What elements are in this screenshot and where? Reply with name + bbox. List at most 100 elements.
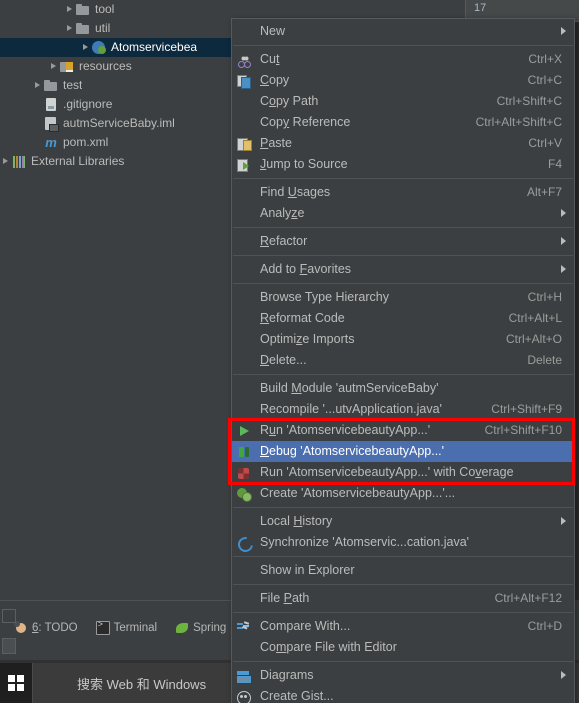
menu-item-label: Copy [260, 73, 290, 87]
cut-icon [235, 52, 255, 68]
tree-item-tool[interactable]: tool [0, 0, 235, 19]
context-menu[interactable]: New Cut Ctrl+X Copy Ctrl+C Copy Path Ctrl+Shif… [231, 18, 575, 703]
menu-item-add-to-favorites[interactable]: Add to Favorites [232, 259, 574, 280]
iml-file-icon [43, 116, 59, 132]
jump-to-source-icon [235, 157, 255, 173]
menu-item-debug-app[interactable]: Debug 'AtomservicebeautyApp...' [232, 441, 574, 462]
menu-item-label: Create 'AtomservicebeautyApp...'... [260, 486, 456, 500]
menu-item-copy[interactable]: Copy Ctrl+C [232, 70, 574, 91]
menu-item-diagrams[interactable]: Diagrams [232, 665, 574, 686]
tree-item-resources[interactable]: resources [0, 57, 235, 76]
menu-item-cut[interactable]: Cut Ctrl+X [232, 49, 574, 70]
menu-item-copy-reference[interactable]: Copy Reference Ctrl+Alt+Shift+C [232, 112, 574, 133]
tree-item-label: pom.xml [63, 135, 109, 149]
debug-icon [235, 444, 255, 460]
menu-item-analyze[interactable]: Analyze [232, 203, 574, 224]
menu-item-label: Compare With... [260, 619, 351, 633]
menu-separator [233, 612, 573, 613]
menu-item-reformat-code[interactable]: Reformat Code Ctrl+Alt+L [232, 308, 574, 329]
windows-logo-icon [8, 675, 24, 691]
expand-arrow-icon[interactable] [32, 80, 43, 91]
status-item-spring[interactable]: Spring [175, 621, 226, 635]
menu-item-new[interactable]: New [232, 21, 574, 42]
menu-item-label: Create Gist... [260, 689, 334, 703]
tree-item-atomservicebea[interactable]: Atomservicebea [0, 38, 235, 57]
menu-item-label: Debug 'AtomservicebeautyApp...' [260, 444, 445, 458]
menu-item-local-history[interactable]: Local History [232, 511, 574, 532]
folder-icon [75, 2, 91, 18]
tree-item-autmservicebaby-iml[interactable]: autmServiceBaby.iml [0, 114, 235, 133]
menu-item-shortcut: Ctrl+X [528, 52, 562, 66]
tree-item-pom-xml[interactable]: m pom.xml [0, 133, 235, 152]
menu-item-label: Diagrams [260, 668, 314, 682]
expand-arrow-icon[interactable] [48, 61, 59, 72]
expand-arrow-icon[interactable] [0, 156, 11, 167]
menu-item-label: Analyze [260, 206, 305, 220]
folder-icon [43, 78, 59, 94]
menu-item-run-app[interactable]: Run 'AtomservicebeautyApp...' Ctrl+Shift+… [232, 420, 574, 441]
menu-separator [233, 556, 573, 557]
menu-item-file-path[interactable]: File Path Ctrl+Alt+F12 [232, 588, 574, 609]
sync-icon [235, 535, 255, 551]
menu-item-no-icon [235, 563, 255, 579]
status-item-todo[interactable]: 6: TODO [14, 621, 78, 635]
menu-item-find-usages[interactable]: Find Usages Alt+F7 [232, 182, 574, 203]
tree-item-gitignore[interactable]: .gitignore [0, 95, 235, 114]
expand-arrow-icon[interactable] [64, 23, 75, 34]
tree-item-label: resources [79, 59, 132, 73]
menu-item-paste[interactable]: Paste Ctrl+V [232, 133, 574, 154]
menu-item-shortcut: Ctrl+Shift+F9 [491, 402, 562, 416]
tree-item-label: autmServiceBaby.iml [63, 116, 175, 130]
tree-item-label: .gitignore [63, 97, 113, 111]
tree-item-util[interactable]: util [0, 19, 235, 38]
menu-item-browse-type-hierarchy[interactable]: Browse Type Hierarchy Ctrl+H [232, 287, 574, 308]
copy-icon [235, 73, 255, 89]
menu-item-label: Optimize Imports [260, 332, 355, 346]
menu-item-create-run-config[interactable]: Create 'AtomservicebeautyApp...'... [232, 483, 574, 504]
compare-icon [235, 619, 255, 635]
menu-item-compare-with[interactable]: Compare With... Ctrl+D [232, 616, 574, 637]
menu-item-refactor[interactable]: Refactor [232, 231, 574, 252]
status-item-terminal[interactable]: Terminal [95, 620, 157, 635]
menu-item-shortcut: Ctrl+Shift+F10 [484, 423, 562, 437]
tool-window-button-bottom[interactable] [2, 638, 16, 654]
menu-item-shortcut: Alt+F7 [526, 185, 562, 199]
spring-icon [175, 621, 189, 635]
menu-item-label: Compare File with Editor [260, 640, 397, 654]
menu-item-shortcut: Ctrl+Alt+Shift+C [475, 115, 562, 129]
menu-item-delete[interactable]: Delete... Delete [232, 350, 574, 371]
menu-item-create-gist[interactable]: Create Gist... [232, 686, 574, 703]
editor-tab-number: 17 [474, 2, 487, 14]
expand-arrow-icon[interactable] [64, 4, 75, 15]
paste-icon [235, 136, 255, 152]
expand-arrow-icon[interactable] [80, 42, 91, 53]
menu-item-compare-file-with-editor[interactable]: Compare File with Editor [232, 637, 574, 658]
project-tree[interactable]: tool util Atomservicebea resources test .giti… [0, 0, 235, 600]
menu-item-shortcut: Ctrl+Alt+L [508, 311, 562, 325]
menu-item-copy-path[interactable]: Copy Path Ctrl+Shift+C [232, 91, 574, 112]
menu-item-build-module[interactable]: Build Module 'autmServiceBaby' [232, 378, 574, 399]
submenu-arrow-icon [561, 237, 566, 245]
coverage-icon [235, 465, 255, 481]
submenu-arrow-icon [561, 209, 566, 217]
menu-item-no-icon [235, 640, 255, 656]
menu-item-jump-to-source[interactable]: Jump to Source F4 [232, 154, 574, 175]
menu-item-label: Delete... [260, 353, 307, 367]
start-button[interactable] [0, 663, 32, 703]
menu-item-synchronize[interactable]: Synchronize 'Atomservic...cation.java' [232, 532, 574, 553]
tree-item-external-libraries[interactable]: External Libraries [0, 152, 235, 171]
menu-item-label: Find Usages [260, 185, 331, 199]
menu-item-no-icon [235, 591, 255, 607]
tree-item-test[interactable]: test [0, 76, 235, 95]
file-icon [43, 97, 59, 113]
menu-item-optimize-imports[interactable]: Optimize Imports Ctrl+Alt+O [232, 329, 574, 350]
run-icon [235, 423, 255, 439]
menu-item-recompile[interactable]: Recompile '...utvApplication.java' Ctrl+S… [232, 399, 574, 420]
tool-window-button-top[interactable] [2, 609, 16, 623]
resources-folder-icon [59, 59, 75, 75]
menu-item-run-with-coverage[interactable]: Run 'AtomservicebeautyApp...' with Cover… [232, 462, 574, 483]
menu-item-label: Add to Favorites [260, 262, 352, 276]
menu-item-no-icon [235, 353, 255, 369]
menu-item-show-in-explorer[interactable]: Show in Explorer [232, 560, 574, 581]
menu-item-no-icon [235, 234, 255, 250]
